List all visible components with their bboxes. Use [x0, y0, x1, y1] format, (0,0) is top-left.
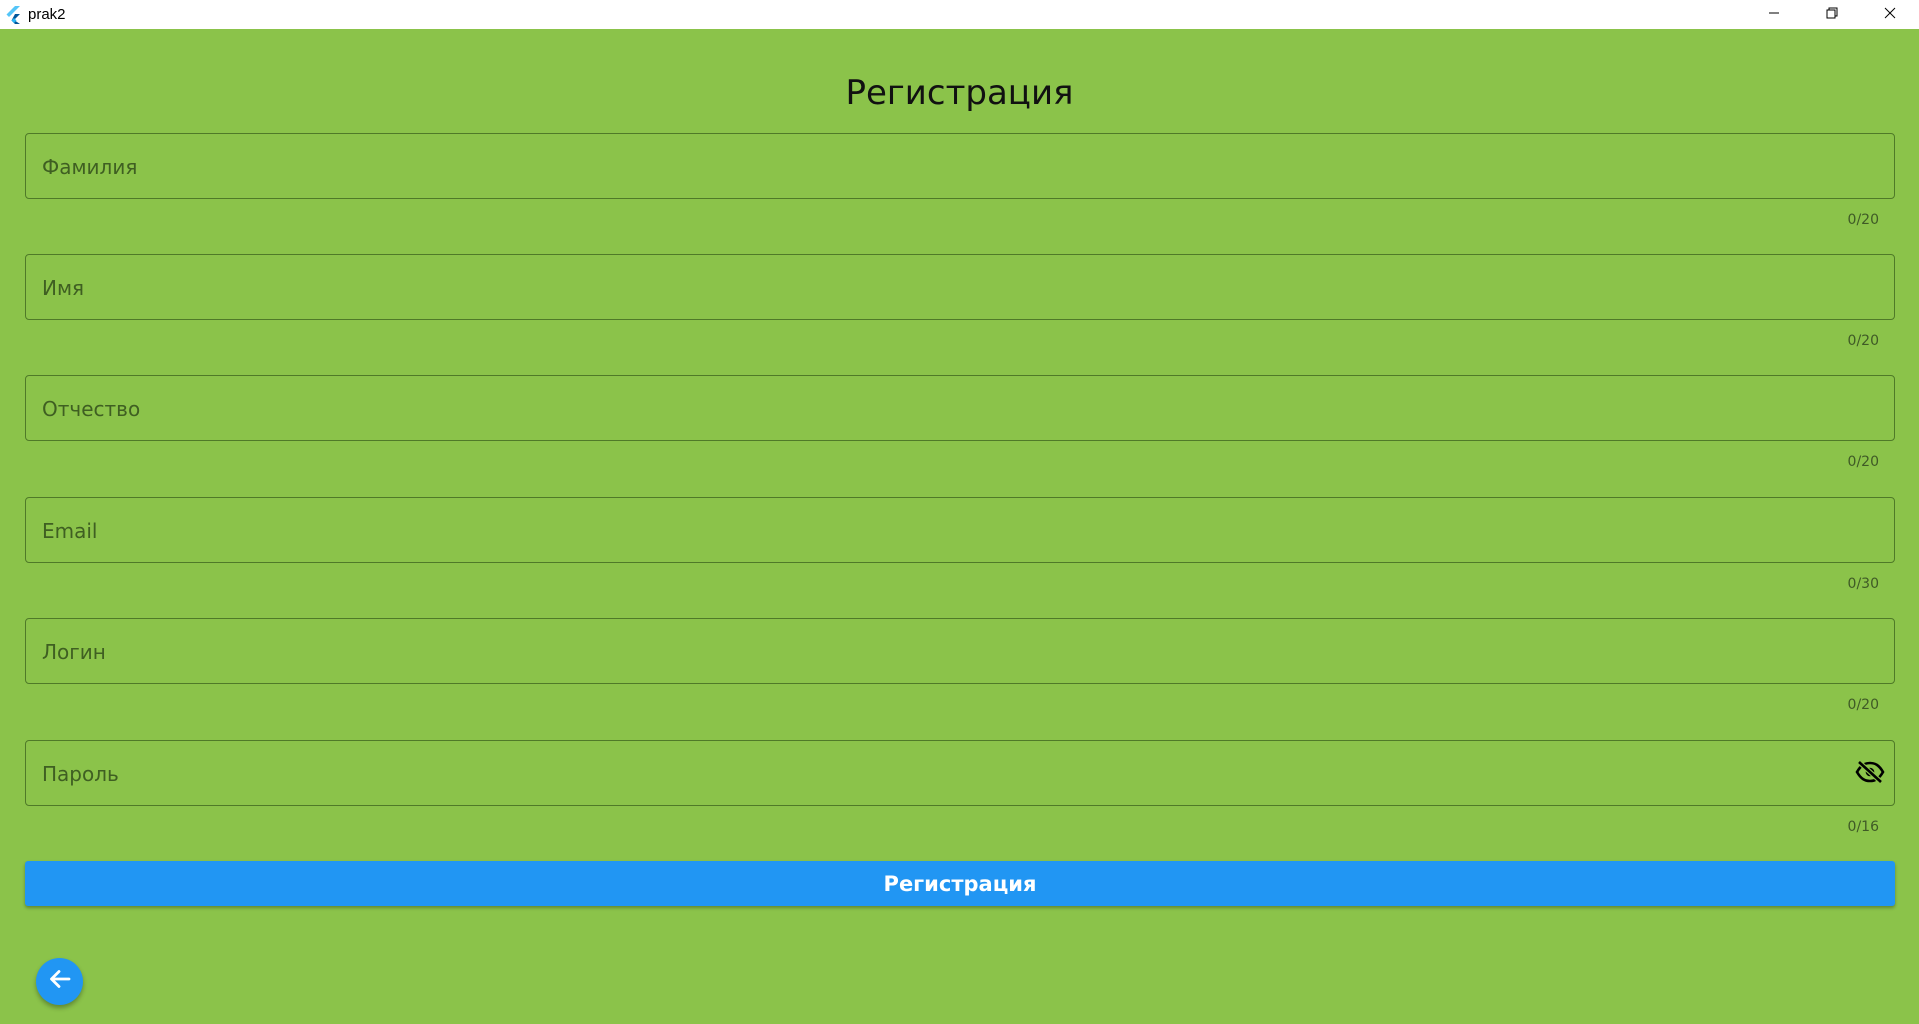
email-input[interactable] [40, 498, 1844, 564]
register-button[interactable]: Регистрация [25, 861, 1895, 906]
app-window: prak2 Регистрация Фамилия 0/20 Имя 0/20 … [0, 0, 1919, 1024]
visibility-off-icon [1855, 759, 1885, 789]
login-field[interactable] [25, 618, 1895, 685]
window-controls [1745, 0, 1919, 29]
page-title: Регистрация [845, 73, 1074, 113]
flutter-logo-icon [4, 5, 22, 24]
name-input[interactable] [40, 255, 1844, 321]
name-counter: 0/20 [1847, 333, 1879, 349]
restore-button[interactable] [1803, 0, 1861, 29]
email-field[interactable] [25, 497, 1895, 564]
back-button[interactable] [36, 958, 83, 1005]
minimize-icon [1768, 6, 1780, 24]
arrow-back-icon [48, 967, 72, 996]
window-title: prak2 [28, 6, 66, 23]
login-input[interactable] [40, 619, 1844, 685]
password-field[interactable] [25, 740, 1895, 807]
password-input[interactable] [40, 741, 1824, 807]
surname-input[interactable] [40, 134, 1844, 200]
restore-icon [1826, 6, 1838, 24]
password-counter: 0/16 [1847, 819, 1879, 835]
patronymic-counter: 0/20 [1847, 454, 1879, 470]
surname-counter: 0/20 [1847, 212, 1879, 228]
close-icon [1884, 6, 1896, 24]
registration-page: Регистрация 0/20 0/20 0/20 0/30 0/20 [0, 29, 1919, 1024]
minimize-button[interactable] [1745, 0, 1803, 29]
patronymic-input[interactable] [40, 376, 1844, 442]
toggle-password-visibility-button[interactable] [1854, 758, 1886, 790]
name-field[interactable] [25, 254, 1895, 321]
close-button[interactable] [1861, 0, 1919, 29]
surname-field[interactable] [25, 133, 1895, 200]
patronymic-field[interactable] [25, 375, 1895, 442]
title-bar: prak2 [0, 0, 1919, 29]
login-counter: 0/20 [1847, 697, 1879, 713]
email-counter: 0/30 [1847, 576, 1879, 592]
